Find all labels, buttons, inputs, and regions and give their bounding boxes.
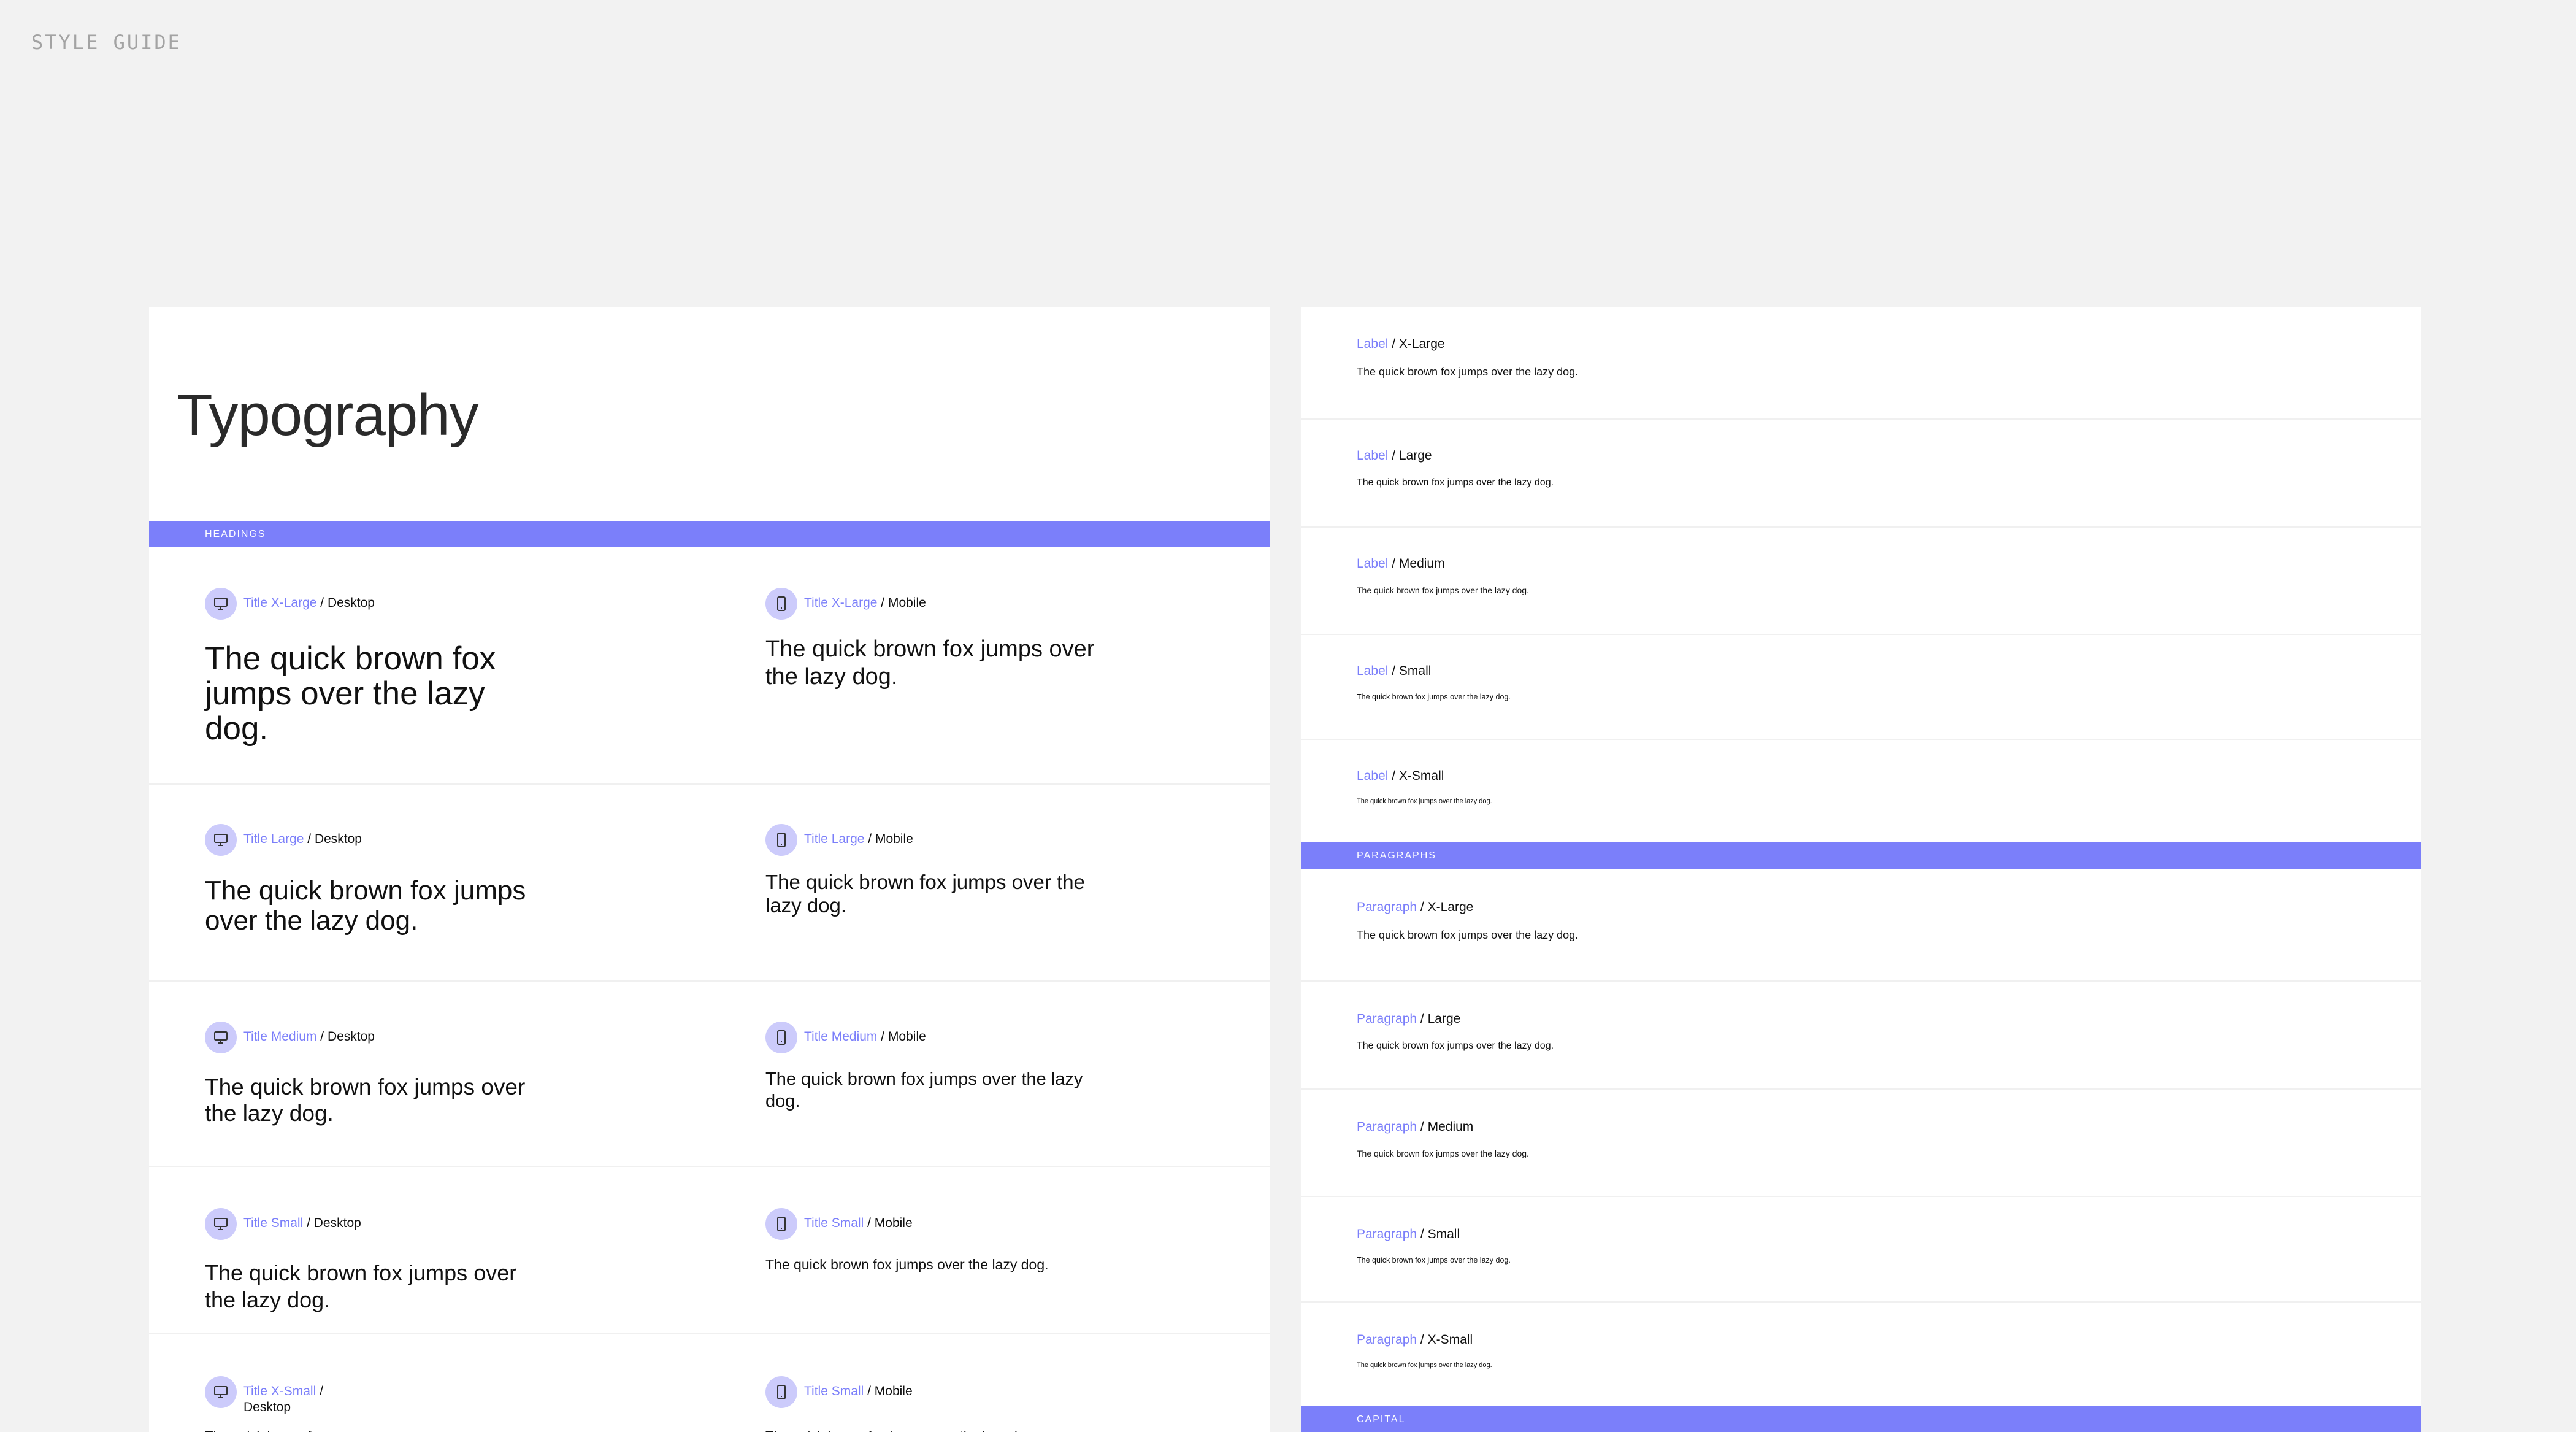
paragraph-sample: The quick brown fox jumps over the lazy … bbox=[1357, 1149, 1529, 1158]
heading-sample: The quick brown fox jumps over the lazy … bbox=[765, 1257, 1049, 1272]
heading-cell-medium-desktop: Title Medium / Desktop The quick brown f… bbox=[205, 1022, 548, 1126]
heading-cell-small-desktop: Title Small / Desktop The quick brown fo… bbox=[205, 1208, 548, 1314]
heading-cell-xlarge-mobile: Title X-Large / Mobile The quick brown f… bbox=[765, 588, 1109, 691]
monitor-icon bbox=[205, 588, 237, 620]
phone-icon bbox=[765, 588, 797, 620]
label-style-name: Label / X-Large bbox=[1357, 337, 1445, 351]
heading-sample: The quick brown fox jumps over the lazy … bbox=[765, 636, 1095, 690]
paragraph-sample: The quick brown fox jumps over the lazy … bbox=[1357, 1041, 1554, 1051]
label-sample: The quick brown fox jumps over the lazy … bbox=[1357, 693, 1511, 701]
divider bbox=[1301, 634, 2421, 635]
phone-icon bbox=[765, 1376, 797, 1408]
paragraph-style-name: Paragraph / X-Large bbox=[1357, 900, 1474, 914]
label-style-name: Label / Small bbox=[1357, 664, 1432, 678]
divider bbox=[149, 1166, 1270, 1167]
divider bbox=[149, 783, 1270, 785]
paragraph-style-name: Paragraph / Small bbox=[1357, 1227, 1460, 1241]
heading-style-name: Title X-Large / Mobile bbox=[804, 596, 926, 610]
heading-cell-xsmall-desktop: Title X-Small / Desktop The quick brown … bbox=[205, 1376, 364, 1432]
label-sample: The quick brown fox jumps over the lazy … bbox=[1357, 585, 1529, 595]
label-style-name: Label / X-Small bbox=[1357, 769, 1444, 783]
paragraph-style-name: Paragraph / Medium bbox=[1357, 1120, 1474, 1134]
heading-cell-large-desktop: Title Large / Desktop The quick brown fo… bbox=[205, 824, 548, 936]
heading-cell-xlarge-desktop: Title X-Large / Desktop The quick brown … bbox=[205, 588, 548, 746]
label-style-name: Label / Medium bbox=[1357, 556, 1445, 571]
paragraph-sample: The quick brown fox jumps over the lazy … bbox=[1357, 929, 1579, 941]
divider bbox=[1301, 526, 2421, 528]
page-label: STYLE GUIDE bbox=[31, 31, 182, 54]
label-row-large: Label / Large The quick brown fox jumps … bbox=[1357, 448, 1554, 488]
section-bar-paragraphs: PARAGRAPHS bbox=[1301, 842, 2421, 869]
heading-style-name: Title Medium / Mobile bbox=[804, 1030, 926, 1044]
label-row-xlarge: Label / X-Large The quick brown fox jump… bbox=[1357, 336, 1578, 379]
label-sample: The quick brown fox jumps over the lazy … bbox=[1357, 366, 1579, 378]
paragraph-row-xsmall: Paragraph / X-Small The quick brown fox … bbox=[1357, 1332, 1492, 1369]
phone-icon bbox=[765, 824, 797, 856]
heading-sample: The quick brown fox jumps over the lazy … bbox=[205, 876, 526, 936]
typography-panel: Typography HEADINGS Title X-Large / Desk… bbox=[149, 307, 1270, 1432]
heading-cell-xsmall-mobile: Title Small / Mobile The quick brown fox… bbox=[765, 1376, 1109, 1432]
divider bbox=[149, 980, 1270, 982]
heading-sample: The quick brown fox jumps over the lazy … bbox=[205, 641, 496, 747]
heading-style-name: Title X-Small / Desktop bbox=[243, 1384, 323, 1414]
label-sample: The quick brown fox jumps over the lazy … bbox=[1357, 798, 1492, 805]
heading-style-name: Title X-Large / Desktop bbox=[243, 596, 375, 610]
label-row-small: Label / Small The quick brown fox jumps … bbox=[1357, 663, 1511, 701]
monitor-icon bbox=[205, 1376, 237, 1408]
labels-paragraphs-panel: Label / X-Large The quick brown fox jump… bbox=[1301, 307, 2421, 1432]
divider bbox=[1301, 739, 2421, 740]
paragraph-style-name: Paragraph / Large bbox=[1357, 1012, 1461, 1026]
heading-style-name: Title Medium / Desktop bbox=[243, 1030, 375, 1044]
heading-sample: The quick brown fox jumps over the lazy … bbox=[765, 871, 1085, 917]
paragraph-style-name: Paragraph / X-Small bbox=[1357, 1333, 1473, 1347]
heading-sample: The quick brown fox jumps over the lazy … bbox=[205, 1074, 526, 1126]
monitor-icon bbox=[205, 824, 237, 856]
phone-icon bbox=[765, 1022, 797, 1053]
divider bbox=[149, 1333, 1270, 1334]
section-bar-capital: CAPITAL bbox=[1301, 1406, 2421, 1432]
section-bar-headings: HEADINGS bbox=[149, 521, 1270, 547]
heading-sample: The quick brown fox jumps over the lazy … bbox=[205, 1428, 364, 1432]
heading-style-name: Title Small / Mobile bbox=[804, 1216, 913, 1230]
heading-style-name: Title Small / Desktop bbox=[243, 1216, 361, 1230]
heading-style-name: Title Large / Mobile bbox=[804, 832, 913, 846]
divider bbox=[1301, 1301, 2421, 1303]
heading-style-name: Title Large / Desktop bbox=[243, 832, 362, 846]
monitor-icon bbox=[205, 1208, 237, 1240]
monitor-icon bbox=[205, 1022, 237, 1053]
paragraph-sample: The quick brown fox jumps over the lazy … bbox=[1357, 1361, 1492, 1369]
heading-sample: The quick brown fox jumps over the lazy … bbox=[765, 1069, 1083, 1111]
heading-style-name: Title Small / Mobile bbox=[804, 1384, 913, 1398]
paragraph-row-large: Paragraph / Large The quick brown fox ju… bbox=[1357, 1011, 1554, 1052]
page-title: Typography bbox=[177, 382, 479, 448]
phone-icon bbox=[765, 1208, 797, 1240]
heading-cell-medium-mobile: Title Medium / Mobile The quick brown fo… bbox=[765, 1022, 1109, 1112]
paragraph-row-medium: Paragraph / Medium The quick brown fox j… bbox=[1357, 1119, 1529, 1158]
divider bbox=[1301, 980, 2421, 982]
paragraph-row-xlarge: Paragraph / X-Large The quick brown fox … bbox=[1357, 899, 1578, 942]
heading-sample: The quick brown fox jumps over the lazy … bbox=[765, 1428, 1109, 1432]
label-row-xsmall: Label / X-Small The quick brown fox jump… bbox=[1357, 768, 1492, 805]
label-style-name: Label / Large bbox=[1357, 448, 1432, 463]
divider bbox=[1301, 1196, 2421, 1197]
label-sample: The quick brown fox jumps over the lazy … bbox=[1357, 477, 1554, 488]
heading-cell-small-mobile: Title Small / Mobile The quick brown fox… bbox=[765, 1208, 1109, 1274]
paragraph-sample: The quick brown fox jumps over the lazy … bbox=[1357, 1256, 1511, 1265]
heading-cell-large-mobile: Title Large / Mobile The quick brown fox… bbox=[765, 824, 1109, 917]
divider bbox=[1301, 418, 2421, 420]
heading-sample: The quick brown fox jumps over the lazy … bbox=[205, 1260, 517, 1312]
divider bbox=[1301, 1088, 2421, 1090]
label-row-medium: Label / Medium The quick brown fox jumps… bbox=[1357, 556, 1529, 595]
paragraph-row-small: Paragraph / Small The quick brown fox ju… bbox=[1357, 1226, 1511, 1265]
